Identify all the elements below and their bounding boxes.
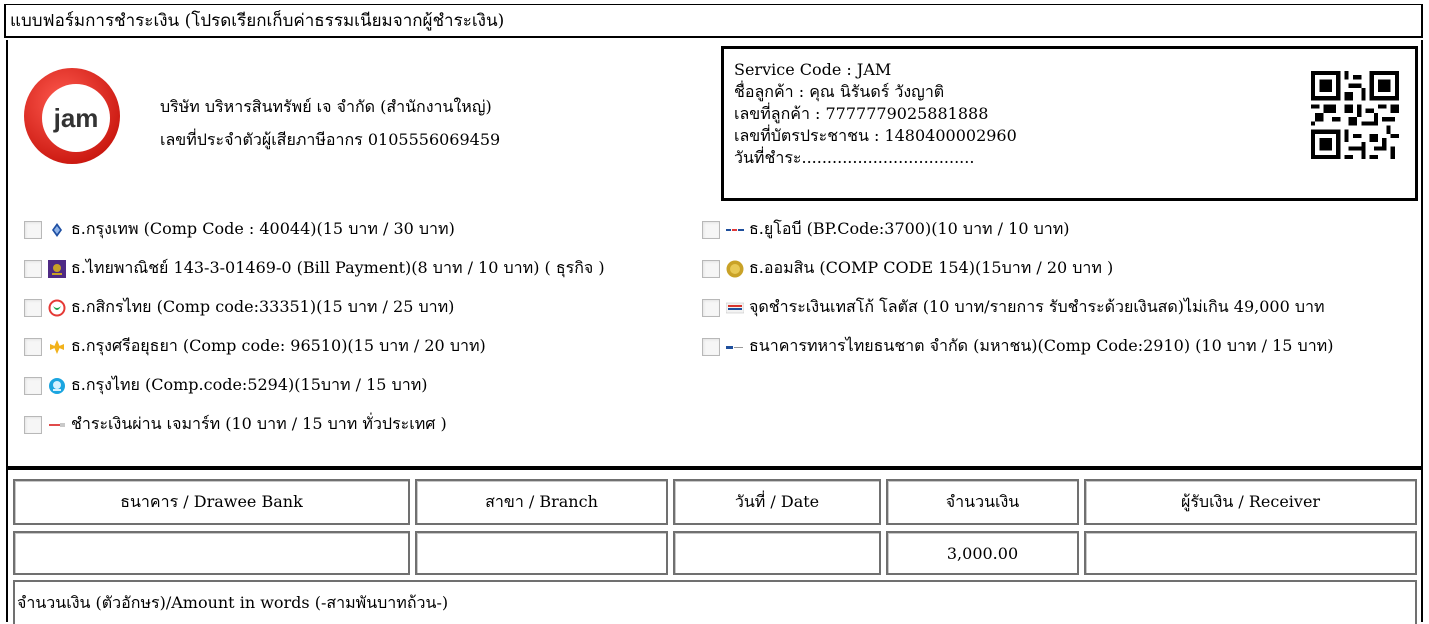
bank-option-jmart: ชำระเงินผ่าน เจมาร์ท (10 บาท / 15 บาท ทั… <box>24 405 605 444</box>
bank-option-ttb: ธนาคารทหารไทยธนชาต จำกัด (มหาชน)(Comp Co… <box>702 327 1333 366</box>
branch-field[interactable] <box>415 531 668 575</box>
bank-option-uob: ธ.ยูโอบี (BP.Code:3700)(10 บาท / 10 บาท) <box>702 210 1333 249</box>
payment-header-section: jam บริษัท บริหารสินทรัพย์ เจ จำกัด (สำน… <box>6 40 1423 468</box>
jmart-checkbox[interactable] <box>24 415 42 434</box>
bank-label: จุดชำระเงินเทสโก้ โลตัส (10 บาท/รายการ ร… <box>749 297 1325 316</box>
form-title: แบบฟอร์มการชำระเงิน (โปรดเรียกเก็บค่าธรร… <box>4 4 1423 38</box>
header-amount: จำนวนเงิน <box>886 479 1079 525</box>
header-receiver: ผู้รับเงิน / Receiver <box>1084 479 1417 525</box>
bank-label: ธ.กรุงศรีอยุธยา (Comp code: 96510)(15 บา… <box>71 336 486 355</box>
bank-option-gsb: ธ.ออมสิน (COMP CODE 154)(15บาท / 20 บาท … <box>702 249 1333 288</box>
ttb-icon <box>726 338 744 356</box>
bank-label: ธ.ไทยพาณิชย์ 143-3-01469-0 (Bill Payment… <box>71 258 605 277</box>
date-field[interactable] <box>673 531 881 575</box>
bank-option-kasikorn: ธ.กสิกรไทย (Comp code:33351)(15 บาท / 25… <box>24 288 605 327</box>
kasikorn-checkbox[interactable] <box>24 298 42 317</box>
tesco-lotus-icon <box>726 299 744 317</box>
gsb-checkbox[interactable] <box>702 259 720 278</box>
krungsri-icon <box>48 338 66 356</box>
scb-icon <box>48 259 66 278</box>
bangkok-bank-icon <box>48 221 66 239</box>
krungthai-icon <box>48 377 66 395</box>
drawee-bank-field[interactable] <box>13 531 410 575</box>
bank-label: ธ.กสิกรไทย (Comp code:33351)(15 บาท / 25… <box>71 297 455 316</box>
header-date: วันที่ / Date <box>673 479 881 525</box>
receiver-field[interactable] <box>1084 531 1417 575</box>
header-drawee-bank: ธนาคาร / Drawee Bank <box>13 479 410 525</box>
bank-option-scb: ธ.ไทยพาณิชย์ 143-3-01469-0 (Bill Payment… <box>24 249 605 288</box>
bank-label: ธ.ออมสิน (COMP CODE 154)(15บาท / 20 บาท … <box>749 258 1114 277</box>
jam-logo-icon: jam <box>22 66 122 166</box>
uob-checkbox[interactable] <box>702 220 720 239</box>
amount-in-words: จำนวนเงิน (ตัวอักษร)/Amount in words (-ส… <box>13 580 1417 624</box>
krungthai-checkbox[interactable] <box>24 376 42 395</box>
bank-option-krungthai: ธ.กรุงไทย (Comp.code:5294)(15บาท / 15 บา… <box>24 366 605 405</box>
kasikorn-icon <box>48 299 66 317</box>
jmart-icon <box>48 416 66 434</box>
bank-list-right: ธ.ยูโอบี (BP.Code:3700)(10 บาท / 10 บาท)… <box>702 210 1333 366</box>
bank-label: ธ.กรุงเทพ (Comp Code : 40044)(15 บาท / 3… <box>71 219 455 238</box>
bangkok-bank-checkbox[interactable] <box>24 220 42 239</box>
tesco-lotus-checkbox[interactable] <box>702 298 720 317</box>
customer-info-box: Service Code : JAM ชื่อลูกค้า : คุณ นิรั… <box>721 46 1418 201</box>
bank-option-tesco-lotus: จุดชำระเงินเทสโก้ โลตัส (10 บาท/รายการ ร… <box>702 288 1333 327</box>
header-branch: สาขา / Branch <box>415 479 668 525</box>
krungsri-checkbox[interactable] <box>24 337 42 356</box>
gsb-icon <box>726 260 744 278</box>
amount-field[interactable]: 3,000.00 <box>886 531 1079 575</box>
bank-label: ธ.ยูโอบี (BP.Code:3700)(10 บาท / 10 บาท) <box>749 219 1070 238</box>
uob-icon <box>726 221 744 239</box>
bank-label: ธนาคารทหารไทยธนชาต จำกัด (มหาชน)(Comp Co… <box>749 336 1334 355</box>
qr-code-icon <box>1311 71 1399 159</box>
bank-label: ธ.กรุงไทย (Comp.code:5294)(15บาท / 15 บา… <box>71 375 428 394</box>
logo-text: jam <box>53 103 99 133</box>
bank-list-left: ธ.กรุงเทพ (Comp Code : 40044)(15 บาท / 3… <box>24 210 605 444</box>
company-name: บริษัท บริหารสินทรัพย์ เจ จำกัด (สำนักงา… <box>160 97 492 116</box>
scb-checkbox[interactable] <box>24 259 42 278</box>
bank-label: ชำระเงินผ่าน เจมาร์ท (10 บาท / 15 บาท ทั… <box>71 414 447 433</box>
company-tax-id: เลขที่ประจำตัวผู้เสียภาษีอากร 0105556069… <box>160 130 501 149</box>
company-info: บริษัท บริหารสินทรัพย์ เจ จำกัด (สำนักงา… <box>160 90 500 156</box>
payment-details-section: ธนาคาร / Drawee Bank สาขา / Branch วันที… <box>6 468 1423 624</box>
bank-option-krungsri: ธ.กรุงศรีอยุธยา (Comp code: 96510)(15 บา… <box>24 327 605 366</box>
bank-option-bangkok-bank: ธ.กรุงเทพ (Comp Code : 40044)(15 บาท / 3… <box>24 210 605 249</box>
ttb-checkbox[interactable] <box>702 337 720 356</box>
